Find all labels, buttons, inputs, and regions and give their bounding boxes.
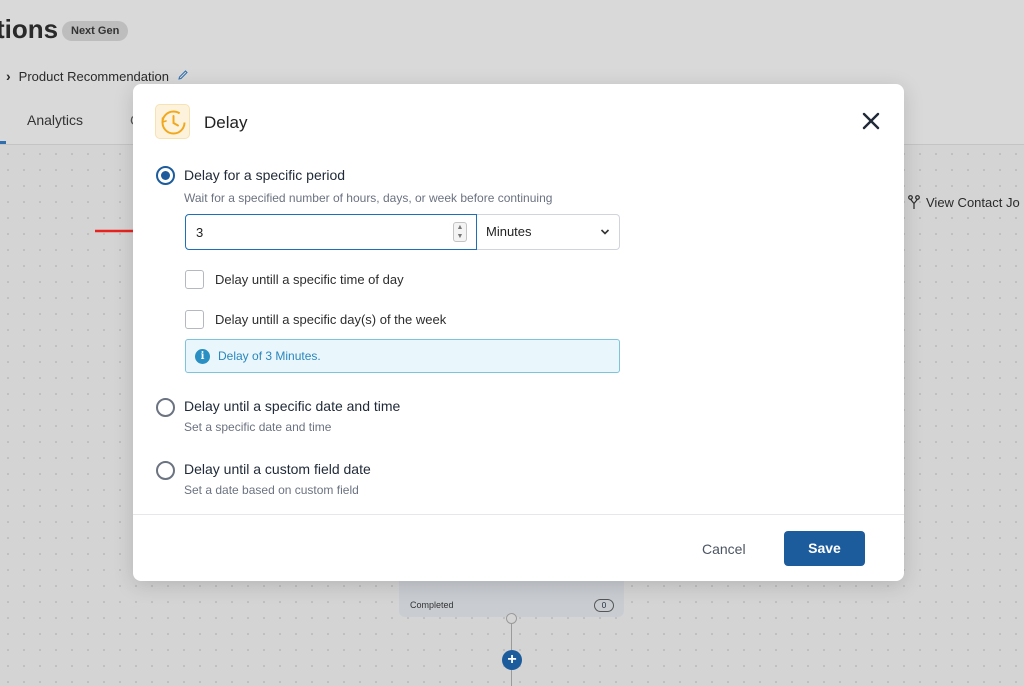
- close-icon[interactable]: [860, 110, 882, 132]
- delay-amount-input[interactable]: [185, 214, 477, 250]
- cancel-button[interactable]: Cancel: [702, 541, 746, 557]
- checkbox-day-of-week[interactable]: Delay untill a specific day(s) of the we…: [185, 310, 446, 329]
- branch-icon: [908, 195, 920, 209]
- view-contact-journey-link[interactable]: View Contact Jo: [908, 195, 1020, 210]
- breadcrumb-automation-name[interactable]: Product Recommendation: [19, 69, 169, 84]
- chevron-down-icon: [600, 215, 610, 262]
- node-status-label: Completed: [410, 600, 454, 610]
- clock-icon: [155, 104, 190, 139]
- option-description: Set a date based on custom field: [184, 483, 359, 497]
- next-gen-badge: Next Gen: [62, 21, 129, 41]
- checkbox[interactable]: [185, 310, 204, 329]
- modal-footer: Cancel Save: [133, 514, 904, 581]
- modal-title: Delay: [204, 113, 248, 132]
- node-count-badge: 0: [594, 599, 614, 612]
- checkbox[interactable]: [185, 270, 204, 289]
- option-title: Delay for a specific period: [184, 167, 346, 183]
- pencil-icon[interactable]: [177, 69, 189, 84]
- tab-active-indicator: [0, 141, 6, 144]
- page-title: tions: [0, 14, 59, 44]
- modal-header: Delay: [133, 84, 904, 159]
- delay-summary-info: i Delay of 3 Minutes.: [185, 339, 620, 373]
- option-title: Delay until a specific date and time: [184, 398, 401, 414]
- delay-unit-select[interactable]: Minutes: [477, 214, 620, 250]
- info-icon: i: [195, 348, 210, 364]
- radio-specific-period[interactable]: [156, 166, 175, 185]
- tab-analytics[interactable]: Analytics: [27, 112, 83, 128]
- radio-custom-field-date[interactable]: [156, 461, 175, 480]
- checkbox-time-of-day[interactable]: Delay untill a specific time of day: [185, 270, 404, 289]
- view-contact-label: View Contact Jo: [926, 195, 1020, 210]
- delay-modal: Delay Delay for a specific period Wait f…: [133, 84, 904, 581]
- radio-specific-date-time[interactable]: [156, 398, 175, 417]
- checkbox-label: Delay untill a specific day(s) of the we…: [215, 312, 447, 327]
- option-description: Wait for a specified number of hours, da…: [184, 191, 553, 205]
- add-step-button[interactable]: +: [502, 650, 522, 670]
- delay-summary-text: Delay of 3 Minutes.: [218, 349, 321, 363]
- option-description: Set a specific date and time: [184, 420, 332, 434]
- breadcrumb: › Product Recommendation: [6, 68, 189, 84]
- checkbox-label: Delay untill a specific time of day: [215, 272, 404, 287]
- workflow-node[interactable]: Completed 0: [399, 575, 624, 617]
- number-spinner[interactable]: ▲ ▼: [453, 222, 467, 242]
- connector-dot: [506, 613, 517, 624]
- option-title: Delay until a custom field date: [184, 461, 371, 477]
- chevron-right-icon: ›: [6, 68, 11, 84]
- delay-unit-value: Minutes: [486, 224, 532, 239]
- save-button[interactable]: Save: [784, 531, 865, 566]
